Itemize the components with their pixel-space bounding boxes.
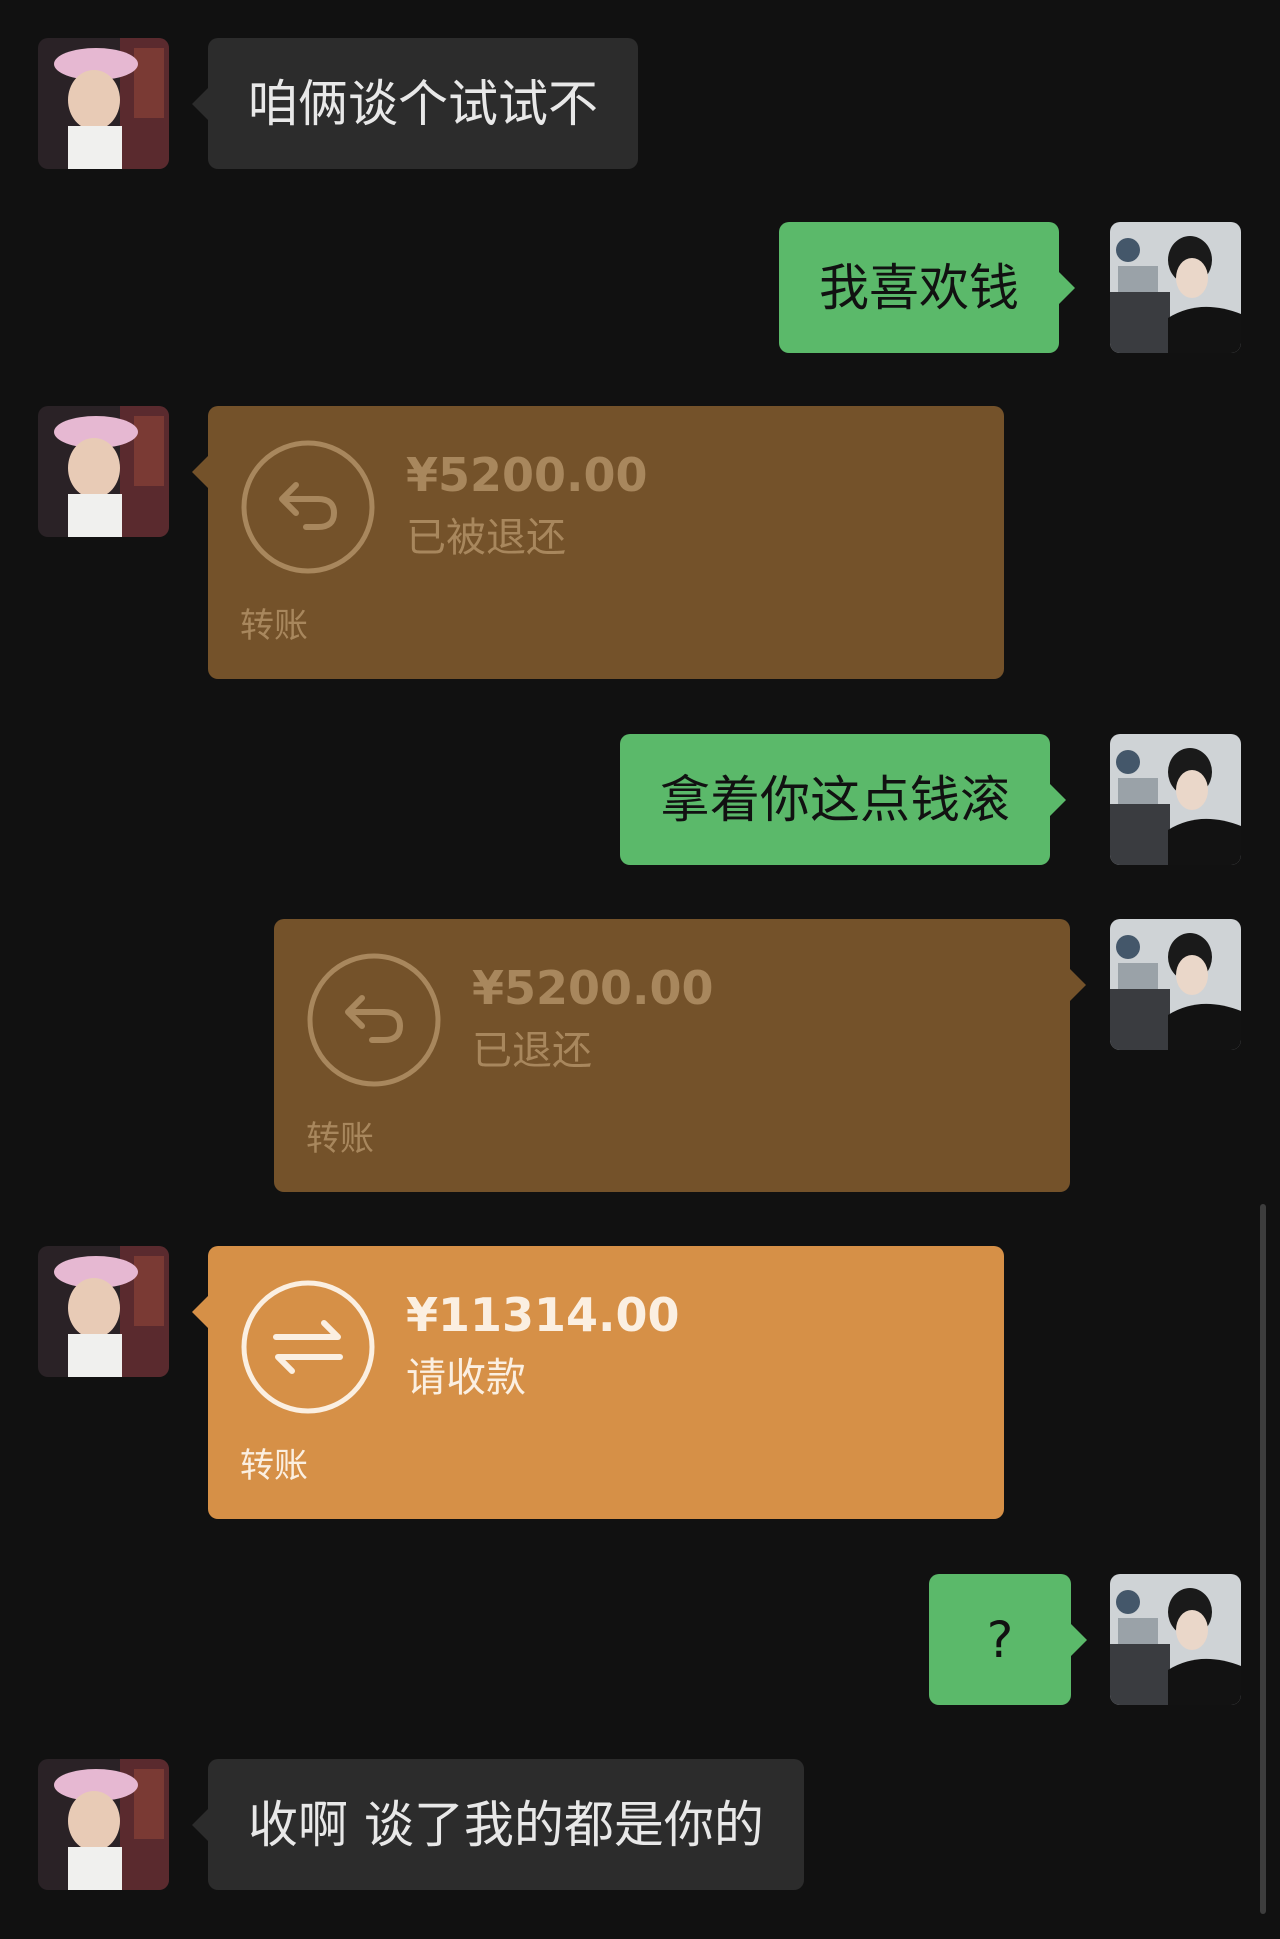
outgoing-message-bubble[interactable]: ? — [929, 1574, 1087, 1705]
message-text: ? — [986, 1610, 1014, 1669]
contact-avatar[interactable] — [38, 38, 169, 169]
outgoing-message-bubble[interactable]: 拿着你这点钱滚 — [620, 734, 1066, 865]
transfer-status: 已退还 — [472, 1028, 592, 1074]
return-arrow-icon — [306, 952, 442, 1088]
transfer-status: 已被退还 — [406, 515, 566, 561]
transfer-card[interactable]: ¥5200.00 已被退还 转账 — [192, 406, 1004, 679]
incoming-message-bubble[interactable]: 咱俩谈个试试不 — [192, 38, 638, 169]
transfer-amount: ¥11314.00 — [406, 1288, 680, 1342]
scrollbar[interactable] — [1260, 1204, 1266, 1914]
transfer-amount: ¥5200.00 — [472, 961, 714, 1015]
outgoing-message-bubble[interactable]: 我喜欢钱 — [779, 222, 1075, 353]
incoming-message-bubble[interactable]: 收啊 谈了我的都是你的 — [192, 1759, 804, 1890]
self-avatar[interactable] — [1110, 919, 1241, 1050]
transfer-arrows-icon — [240, 1279, 376, 1415]
self-avatar[interactable] — [1110, 1574, 1241, 1705]
transfer-label: 转账 — [306, 1119, 374, 1159]
contact-avatar[interactable] — [38, 1759, 169, 1890]
message-text: 咱俩谈个试试不 — [248, 74, 598, 133]
self-avatar[interactable] — [1110, 222, 1241, 353]
self-avatar[interactable] — [1110, 734, 1241, 865]
contact-avatar[interactable] — [38, 1246, 169, 1377]
message-text: 收啊 谈了我的都是你的 — [248, 1795, 764, 1854]
transfer-amount: ¥5200.00 — [406, 448, 648, 502]
return-arrow-icon — [240, 439, 376, 575]
transfer-label: 转账 — [240, 1446, 308, 1486]
transfer-card[interactable]: ¥5200.00 已退还 转账 — [274, 919, 1086, 1192]
message-text: 我喜欢钱 — [819, 258, 1019, 317]
transfer-card[interactable]: ¥11314.00 请收款 转账 — [192, 1246, 1004, 1519]
transfer-label: 转账 — [240, 606, 308, 646]
contact-avatar[interactable] — [38, 406, 169, 537]
message-text: 拿着你这点钱滚 — [660, 770, 1010, 829]
transfer-status: 请收款 — [406, 1355, 526, 1401]
